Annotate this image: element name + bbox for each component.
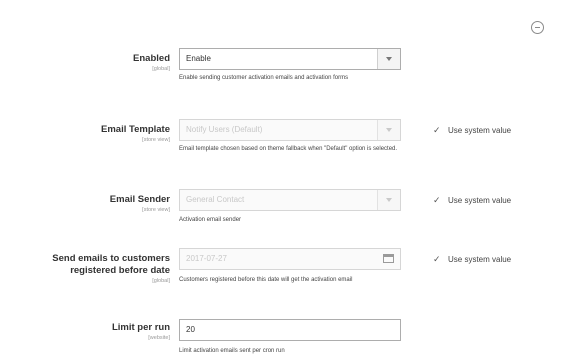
enabled-label-group: Enabled [global]: [0, 53, 170, 74]
send-before-date-label-line1: Send emails to customers: [52, 253, 170, 264]
email-sender-use-system[interactable]: ✓ Use system value: [433, 194, 511, 207]
send-before-date-label-group: Send emails to customers registered befo…: [0, 253, 170, 286]
email-template-use-system[interactable]: ✓ Use system value: [433, 124, 511, 137]
send-before-date-input[interactable]: 2017-07-27: [179, 248, 401, 270]
chevron-down-icon[interactable]: [377, 190, 400, 210]
email-template-note: Email template chosen based on theme fal…: [179, 146, 398, 152]
checkbox-checked-icon[interactable]: ✓: [433, 194, 442, 206]
limit-per-run-scope: [website]: [148, 335, 170, 341]
email-sender-scope: [store view]: [142, 207, 170, 213]
collapse-circle-icon[interactable]: [531, 21, 544, 34]
email-sender-select[interactable]: General Contact: [179, 189, 401, 211]
enabled-note: Enable sending customer activation email…: [179, 75, 349, 81]
send-before-date-use-system-label: Use system value: [448, 255, 512, 264]
email-template-select-value: Notify Users (Default): [186, 125, 263, 134]
email-sender-label: Email Sender: [109, 194, 170, 205]
chevron-down-icon[interactable]: [377, 49, 400, 69]
enabled-select-value: Enable: [186, 54, 211, 63]
email-template-label: Email Template: [101, 124, 170, 135]
send-before-date-value: 2017-07-27: [186, 254, 227, 263]
checkbox-checked-icon[interactable]: ✓: [433, 253, 442, 265]
email-sender-use-system-label: Use system value: [448, 196, 512, 205]
email-template-select[interactable]: Notify Users (Default): [179, 119, 401, 141]
email-template-label-group: Email Template [store view]: [0, 124, 170, 145]
send-before-date-note: Customers registered before this date wi…: [179, 277, 353, 283]
limit-per-run-label: Limit per run: [111, 322, 170, 333]
enabled-scope: [global]: [152, 66, 170, 72]
email-sender-select-value: General Contact: [186, 195, 245, 204]
checkbox-checked-icon[interactable]: ✓: [433, 124, 442, 136]
send-before-date-label-line2: registered before date: [70, 265, 170, 276]
limit-per-run-label-group: Limit per run [website]: [0, 322, 170, 343]
send-before-date-use-system[interactable]: ✓ Use system value: [433, 253, 511, 266]
limit-per-run-input[interactable]: 20: [179, 319, 401, 341]
enabled-select[interactable]: Enable: [179, 48, 401, 70]
send-before-date-scope: [global]: [152, 278, 170, 284]
email-sender-label-group: Email Sender [store view]: [0, 194, 170, 215]
limit-per-run-value: 20: [186, 325, 195, 334]
calendar-icon[interactable]: [383, 254, 394, 263]
email-template-scope: [store view]: [142, 137, 170, 143]
enabled-label: Enabled: [133, 53, 170, 64]
email-sender-note: Activation email sender: [179, 217, 242, 223]
email-template-use-system-label: Use system value: [448, 126, 512, 135]
chevron-down-icon[interactable]: [377, 120, 400, 140]
limit-per-run-note: Limit activation emails sent per cron ru…: [179, 348, 285, 354]
